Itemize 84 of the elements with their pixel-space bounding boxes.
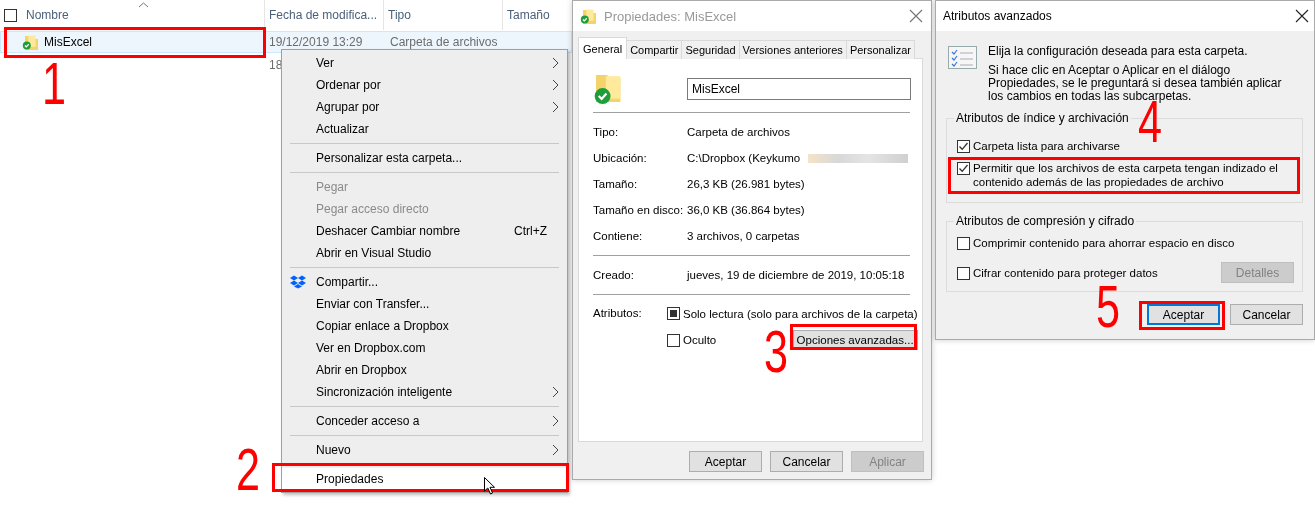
button[interactable]: Aceptar [689,451,762,472]
chevron-right-icon [552,386,559,398]
menu-item[interactable]: Ordenar por [282,74,567,96]
chevron-right-icon [552,101,559,113]
column-header[interactable]: Fecha de modifica... [264,0,383,30]
file-row[interactable]: MisExcel 19/12/2019 13:29 Carpeta de archivos [0,31,572,53]
property-label: Creado: [593,269,635,281]
property-value: 36,0 KB (36.864 bytes) [687,204,805,216]
shortcut-label: Ctrl+Z [514,224,547,238]
property-label: Atributos: [593,307,643,321]
folder-check-icon [22,34,38,50]
property-value: C:\Dropbox (Keykumo [687,152,909,164]
checkbox[interactable] [957,162,970,175]
tab[interactable]: Compartir [626,40,683,59]
button[interactable]: Cancelar [1230,304,1303,325]
name-field[interactable]: MisExcel [687,77,911,100]
menu-item[interactable]: Conceder acceso a [282,410,567,432]
sort-icon [138,2,149,8]
chevron-right-icon [552,444,559,456]
tab[interactable]: General [578,37,628,59]
close-icon[interactable] [1295,9,1309,23]
property-value: 26,3 KB (26.981 bytes) [687,178,805,190]
checkbox[interactable] [667,333,680,347]
checkbox[interactable] [957,140,970,153]
window-title: Propiedades: MisExcel [604,8,738,24]
menu-item[interactable]: Deshacer Cambiar nombre Ctrl+Z [282,220,567,242]
property-label: Tipo: [593,126,620,138]
column-header[interactable]: Nombre [22,0,264,30]
step-number: 3 [764,329,789,375]
menu-item[interactable]: Personalizar esta carpeta... [282,147,567,169]
button[interactable]: Aceptar [1147,304,1220,325]
property-label: Tamaño en disco: [593,204,685,216]
checkbox-label: Oculto [683,334,717,346]
button[interactable]: Cancelar [770,451,843,472]
menu-item[interactable]: Abrir en Visual Studio [282,242,567,264]
menu-item[interactable]: Ver [282,52,567,74]
menu-item[interactable]: Copiar enlace a Dropbox [282,315,567,337]
file-type: Carpeta de archivos [390,35,498,49]
column-header[interactable]: Tamaño [502,0,568,30]
checkbox-label: Permitir que los archivos de esta carpeta tengan indizado el contenido además de las propiedades de archivo [973,161,1279,189]
menu-item[interactable]: Enviar con Transfer... [282,293,567,315]
group-title: Atributos de índice y archivación [955,111,1130,125]
property-label: Ubicación: [593,152,648,164]
folder-check-icon [580,8,596,24]
menu-item[interactable]: Actualizar [282,118,567,140]
menu-item[interactable]: Nuevo [282,439,567,461]
checkbox-label: Carpeta lista para archivarse [973,139,1120,153]
group-title: Atributos de compresión y cifrado [955,214,1136,228]
property-value: jueves, 19 de diciembre de 2019, 10:05:18 [687,269,906,281]
property-label: Contiene: [593,230,644,242]
cursor-icon [484,477,495,495]
checkbox[interactable] [957,266,970,280]
menu-item[interactable]: Ver en Dropbox.com [282,337,567,359]
step-number: 5 [1096,284,1121,330]
menu-item[interactable]: Abrir en Dropbox [282,359,567,381]
tab[interactable]: Personalizar [845,40,915,59]
file-name: MisExcel [44,35,92,49]
chevron-right-icon [552,415,559,427]
property-label: Tamaño: [593,178,639,190]
chevron-right-icon [552,79,559,91]
chevron-right-icon [552,57,559,69]
window-title: Atributos avanzados [943,9,1053,23]
menu-item[interactable]: Compartir... [282,271,567,293]
checkbox[interactable] [957,237,970,250]
tab[interactable]: Seguridad [681,40,740,59]
note-text: Si hace clic en Aceptar o Aplicar en el diálogo Propiedades, se le preguntará si desea también aplicar los cambios en todas las subcarpetas. [988,64,1283,103]
menu-item[interactable]: Agrupar por [282,96,567,118]
menu-item[interactable]: Propiedades [282,468,567,490]
column-header[interactable]: Tipo [383,0,502,30]
checkbox[interactable] [667,307,680,320]
step-number: 2 [236,447,261,493]
property-value: Carpeta de archivos [687,126,790,138]
checkbox-label: Cifrar contenido para proteger datos [973,265,1158,280]
property-value: 3 archivos, 0 carpetas [687,230,800,242]
modified-date: 19/12/2019 13:29 [269,35,363,49]
menu-item[interactable]: Sincronización inteligente [282,381,567,403]
checkbox-label: Solo lectura (solo para archivos de la carpeta) [683,307,918,320]
checkbox[interactable] [4,8,17,22]
step-number: 1 [42,61,67,107]
diamonds-icon [290,275,306,289]
checkbox-label: Comprimir contenido para ahorrar espacio en disco [973,236,1235,250]
intro-text: Elija la configuración deseada para esta carpeta. [988,45,1249,58]
checklist-icon [948,46,977,69]
tab[interactable]: Versiones anteriores [738,40,847,59]
